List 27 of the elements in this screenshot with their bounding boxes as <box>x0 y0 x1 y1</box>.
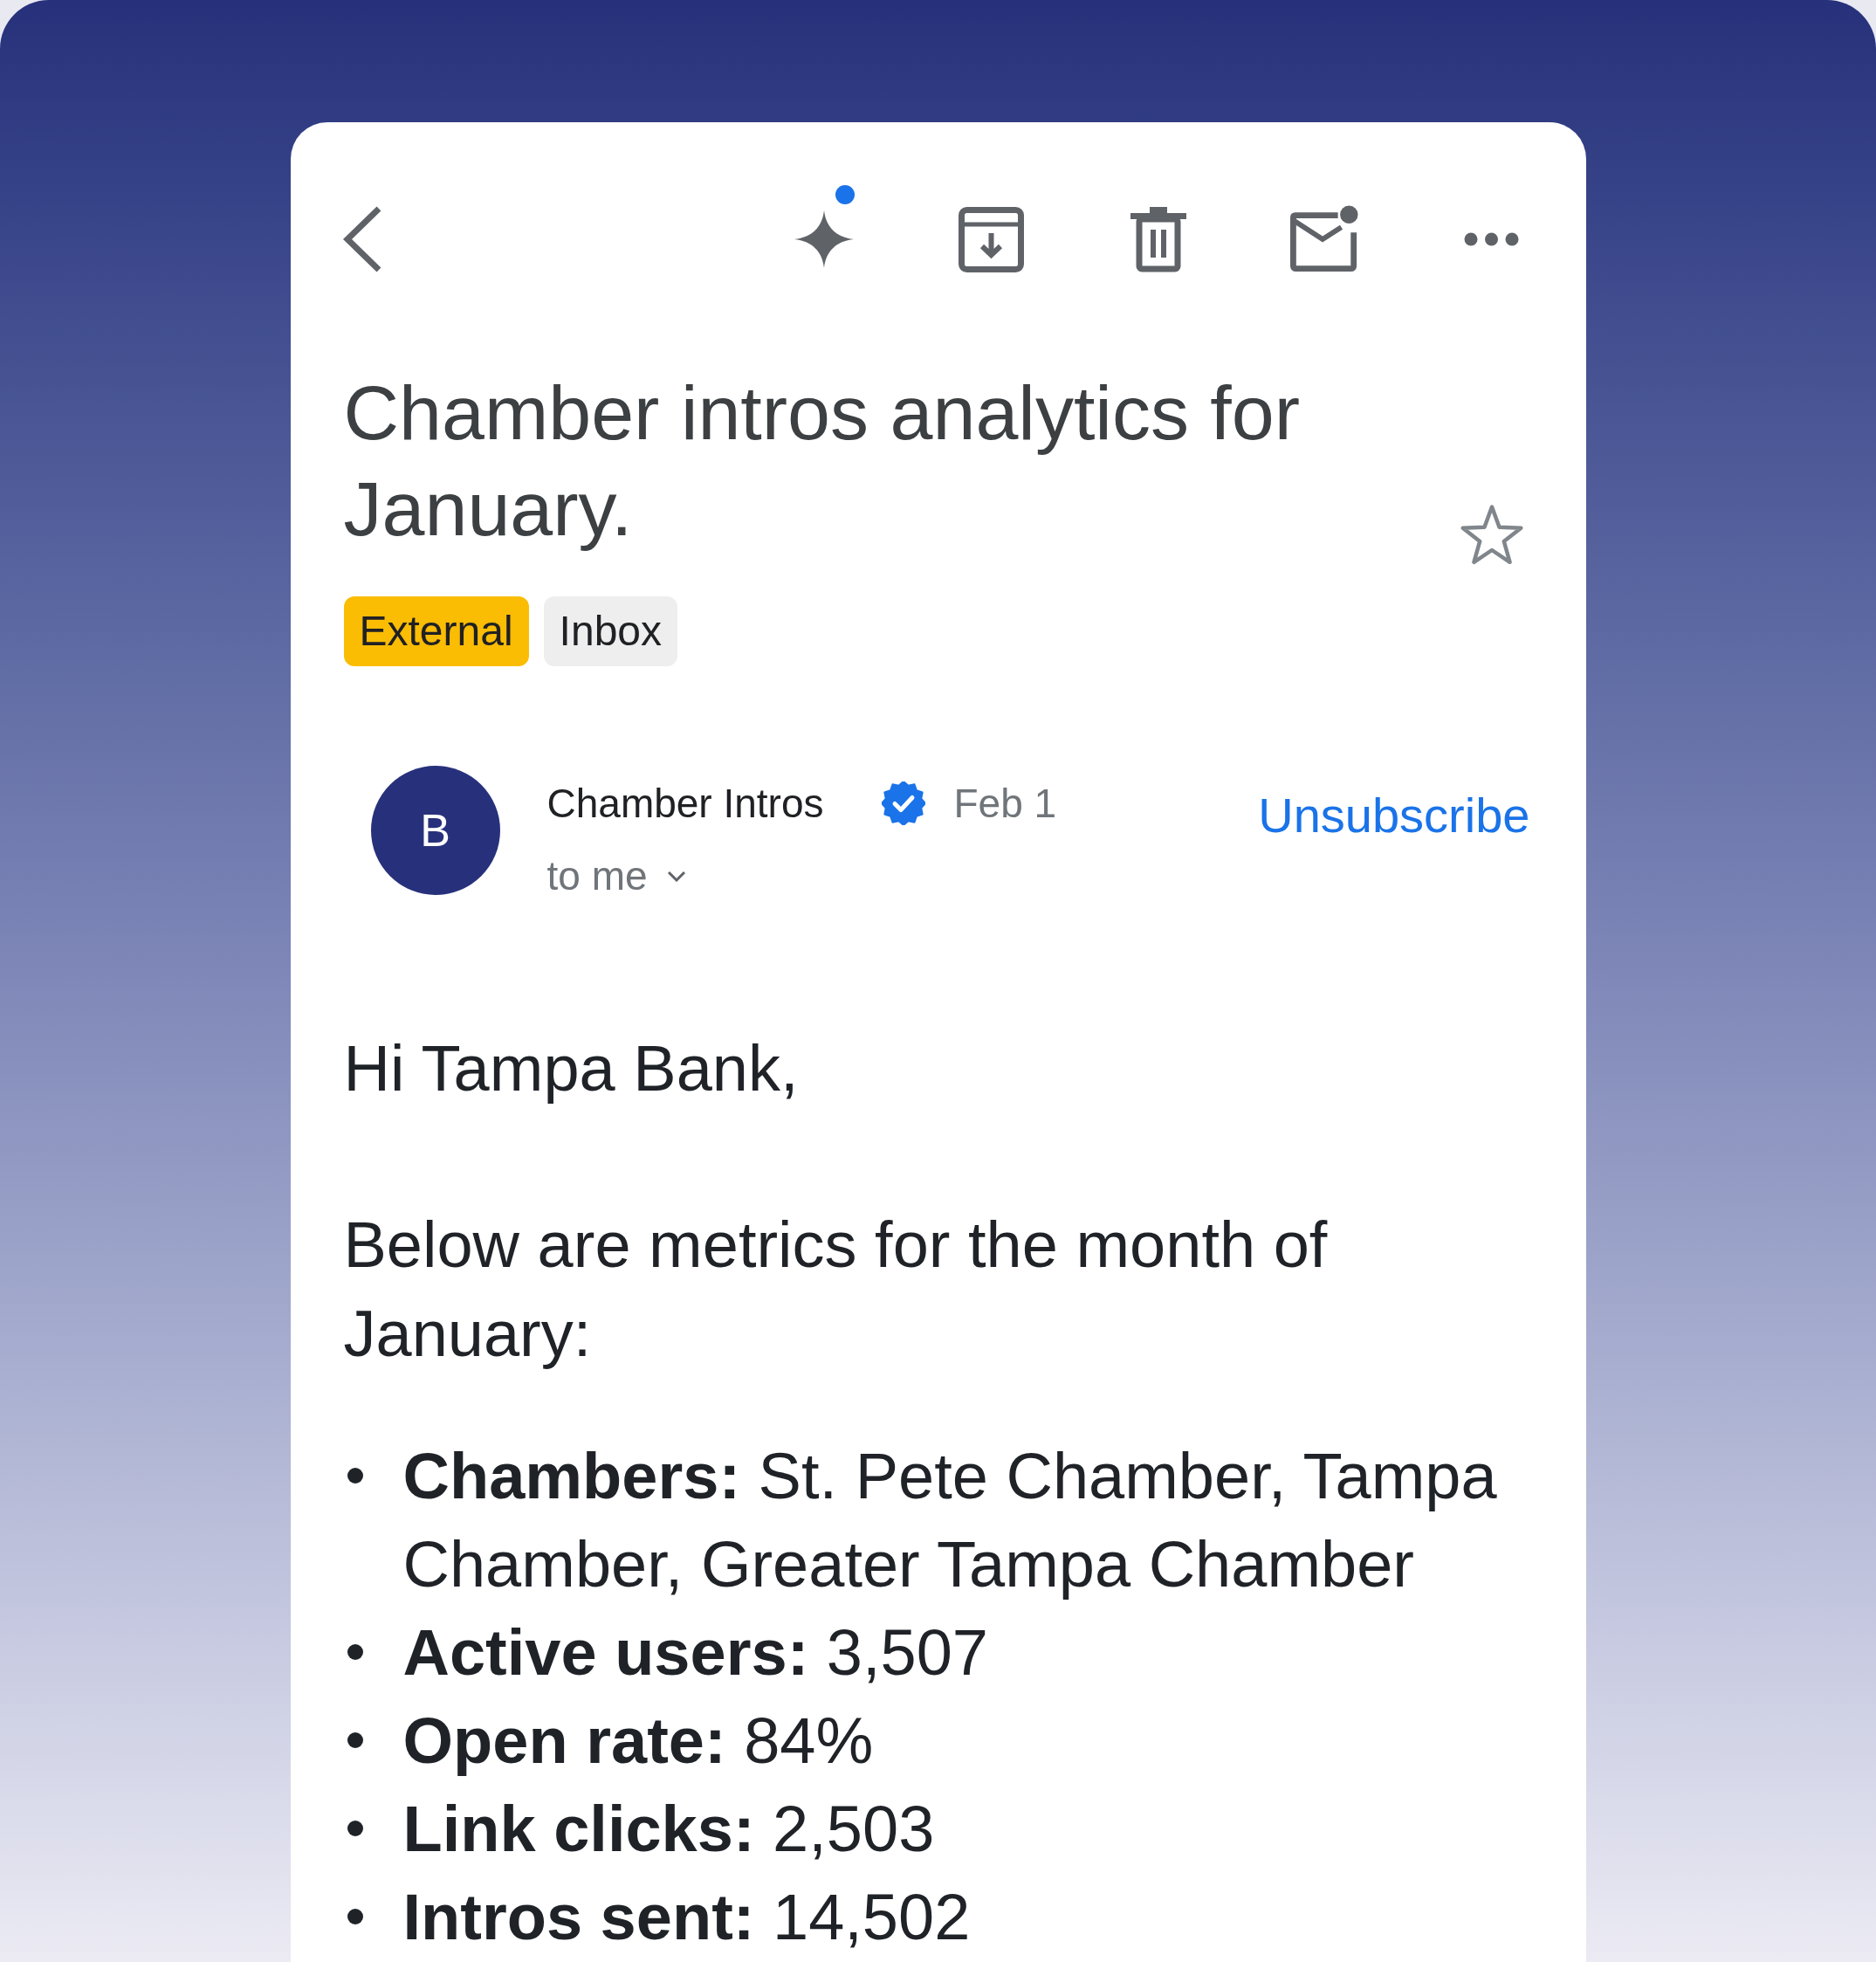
unsubscribe-link[interactable]: Unsubscribe <box>1258 788 1530 843</box>
chevron-down-icon <box>666 870 686 882</box>
recipient-details-button[interactable]: to me <box>546 851 686 900</box>
metric-item: Chambers: St. Pete Chamber, Tampa Chamber, Greater Tampa Chamber <box>402 1439 1498 1602</box>
more-icon[interactable] <box>1464 232 1519 246</box>
metric-item: Link clicks: 2,503 <box>402 1792 936 1867</box>
bullet-icon <box>347 1732 363 1748</box>
label-tag: Inbox <box>543 596 677 666</box>
back-icon[interactable] <box>341 206 382 272</box>
trash-icon[interactable] <box>1130 207 1186 272</box>
email-subject: Chamber intros analytics for January. <box>343 368 1302 554</box>
body-paragraph: Below are metrics for the month of January: <box>343 1208 1329 1372</box>
bullet-icon <box>347 1909 363 1924</box>
label-tag: External <box>343 596 529 666</box>
archive-icon[interactable] <box>959 207 1024 272</box>
metric-item: Intros sent: 14,502 <box>402 1880 972 1955</box>
email-date: Feb 1 <box>953 779 1057 828</box>
metric-item: Active users: 3,507 <box>402 1615 990 1690</box>
sparkle-icon[interactable] <box>794 185 856 268</box>
bullet-icon <box>347 1468 363 1484</box>
metric-item: Open rate: 84% <box>402 1704 875 1779</box>
bullet-icon <box>347 1644 363 1660</box>
bullet-icon <box>347 1821 363 1836</box>
mail-icon[interactable] <box>1289 204 1360 272</box>
sender-avatar: B <box>370 766 500 895</box>
greeting-text: Hi Tampa Bank, <box>343 1031 800 1106</box>
sender-name: Chamber Intros <box>546 779 824 828</box>
